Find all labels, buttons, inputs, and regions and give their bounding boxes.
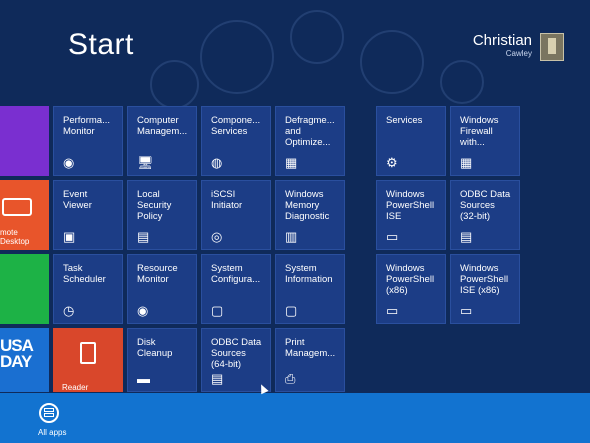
component-services-icon: ◍ [211, 155, 223, 170]
tile-label: Defragme... and Optimize... [285, 115, 335, 148]
tile-label: Performa... Monitor [63, 115, 110, 137]
memory-diagnostic-icon: ▥ [285, 229, 298, 244]
tile-label: System Configura... [211, 263, 261, 285]
tile-computer-management[interactable]: Computer Managem... 🖥 [127, 106, 197, 176]
tile-powershell-x86[interactable]: Windows PowerShell (x86) ▭ [376, 254, 446, 324]
tile-label: Disk Cleanup [137, 337, 173, 359]
reader-icon [80, 342, 96, 364]
tile-system-information[interactable]: System Information ▢ [275, 254, 345, 324]
tile-powershell-ise[interactable]: Windows PowerShell ISE ▭ [376, 180, 446, 250]
tile-print-management[interactable]: Print Managem... ⎙ [275, 328, 345, 392]
services-gear-icon: ⚙ [386, 155, 398, 170]
powershell-ise-icon: ▭ [386, 229, 399, 244]
tile-green[interactable] [0, 254, 49, 324]
all-apps-icon[interactable] [39, 403, 59, 423]
avatar [540, 33, 564, 61]
event-viewer-icon: ▣ [63, 229, 76, 244]
tile-label: iSCSI Initiator [211, 189, 243, 211]
tile-event-viewer[interactable]: Event Viewer ▣ [53, 180, 123, 250]
odbc-icon: ▤ [460, 229, 473, 244]
resource-monitor-icon: ◉ [137, 303, 149, 318]
tile-label: Reader [62, 383, 89, 392]
usa-today-logo: USA DAY [0, 336, 34, 371]
powershell-icon: ▭ [386, 303, 399, 318]
tile-iscsi-initiator[interactable]: iSCSI Initiator ◎ [201, 180, 271, 250]
computer-management-icon: 🖥 [137, 155, 154, 170]
odbc-icon: ▤ [211, 371, 224, 386]
tile-powershell-ise-x86[interactable]: Windows PowerShell ISE (x86) ▭ [450, 254, 520, 324]
tile-label: mote Desktop [0, 228, 30, 246]
background-ring [200, 20, 274, 94]
system-configuration-icon: ▢ [211, 303, 224, 318]
system-information-icon: ▢ [285, 303, 298, 318]
tile-label: Windows PowerShell ISE [386, 189, 435, 222]
tile-resource-monitor[interactable]: Resource Monitor ◉ [127, 254, 197, 324]
page-title: Start [68, 28, 134, 61]
tile-reader[interactable]: Reader [53, 328, 123, 392]
tile-label: Computer Managem... [137, 115, 188, 137]
tile-label: ODBC Data Sources (64-bit) [211, 337, 262, 370]
tile-component-services[interactable]: Compone... Services ◍ [201, 106, 271, 176]
print-management-icon: ⎙ [285, 371, 296, 386]
tile-label: Task Scheduler [63, 263, 106, 285]
tile-odbc-32[interactable]: ODBC Data Sources (32-bit) ▤ [450, 180, 520, 250]
tile-services[interactable]: Services ⚙ [376, 106, 446, 176]
tile-label: System Information [285, 263, 333, 285]
tile-remote-desktop[interactable]: mote Desktop [0, 180, 49, 250]
tile-purple[interactable] [0, 106, 49, 176]
iscsi-initiator-icon: ◎ [211, 229, 223, 244]
remote-desktop-icon [2, 198, 32, 216]
tile-label: Local Security Policy [137, 189, 172, 222]
background-ring [150, 60, 199, 109]
tile-usa-today[interactable]: USA DAY [0, 328, 49, 392]
tile-windows-memory-diagnostic[interactable]: Windows Memory Diagnostic ▥ [275, 180, 345, 250]
all-apps-label[interactable]: All apps [38, 428, 66, 437]
tile-windows-firewall[interactable]: Windows Firewall with... ▦ [450, 106, 520, 176]
background-ring [290, 10, 344, 64]
powershell-ise-icon: ▭ [460, 303, 473, 318]
tile-label: ODBC Data Sources (32-bit) [460, 189, 511, 222]
background-ring [440, 60, 484, 104]
task-scheduler-icon: ◷ [63, 303, 75, 318]
local-security-policy-icon: ▤ [137, 229, 150, 244]
tile-label: Windows Memory Diagnostic [285, 189, 330, 222]
performance-monitor-icon: ◉ [63, 155, 75, 170]
background-ring [360, 30, 424, 94]
tile-task-scheduler[interactable]: Task Scheduler ◷ [53, 254, 123, 324]
tile-odbc-64[interactable]: ODBC Data Sources (64-bit) ▤ [201, 328, 271, 392]
tile-label: Resource Monitor [137, 263, 178, 285]
tile-disk-cleanup[interactable]: Disk Cleanup ▬ [127, 328, 197, 392]
tile-performance-monitor[interactable]: Performa... Monitor ◉ [53, 106, 123, 176]
tile-system-configuration[interactable]: System Configura... ▢ [201, 254, 271, 324]
tile-label: Windows PowerShell ISE (x86) [460, 263, 509, 296]
user-account[interactable]: Christian Cawley [473, 33, 564, 61]
tile-defragment[interactable]: Defragme... and Optimize... ▦ [275, 106, 345, 176]
disk-cleanup-icon: ▬ [137, 371, 150, 386]
tile-label: Windows Firewall with... [460, 115, 499, 148]
app-bar [0, 393, 590, 443]
tile-label: Print Managem... [285, 337, 336, 359]
tile-label: Services [386, 115, 423, 126]
tile-label: Windows PowerShell (x86) [386, 263, 435, 296]
tile-local-security-policy[interactable]: Local Security Policy ▤ [127, 180, 197, 250]
tile-label: Compone... Services [211, 115, 261, 137]
defragment-icon: ▦ [285, 155, 298, 170]
tile-label: Event Viewer [63, 189, 92, 211]
firewall-icon: ▦ [460, 155, 473, 170]
